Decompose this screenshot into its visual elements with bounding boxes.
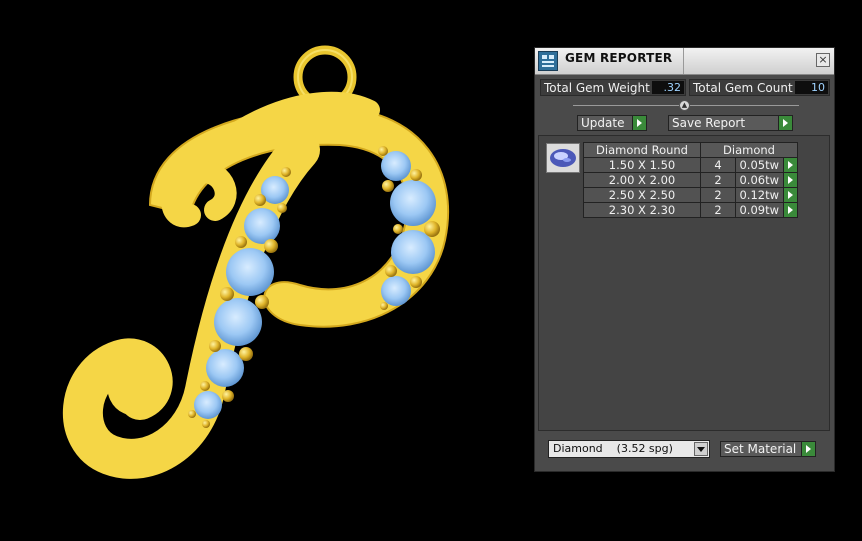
select-row-arrow-icon[interactable]: [783, 172, 798, 188]
table-row[interactable]: 2.30 X 2.30 2 0.09tw: [583, 202, 798, 218]
table-row[interactable]: 1.50 X 1.50 4 0.05tw: [583, 157, 798, 173]
gem-weight: 0.09tw: [735, 202, 784, 218]
gem-list-area[interactable]: Diamond Round Diamond 1.50 X 1.50 4 0.05…: [538, 135, 830, 431]
update-button-label: Update: [581, 116, 625, 130]
col-shape: Diamond Round: [583, 142, 701, 158]
gem-size: 1.50 X 1.50: [583, 157, 701, 173]
play-arrow-icon: [778, 116, 792, 130]
select-row-arrow-icon[interactable]: [783, 187, 798, 203]
select-row-arrow-icon[interactable]: [783, 157, 798, 173]
total-gem-count-label: Total Gem Count: [693, 81, 793, 95]
close-icon[interactable]: ×: [816, 53, 830, 67]
total-gem-count-value: 10: [795, 81, 828, 94]
gem-icon: [550, 149, 576, 167]
table-row[interactable]: 2.50 X 2.50 2 0.12tw: [583, 187, 798, 203]
total-gem-weight-field: Total Gem Weight .32: [540, 79, 686, 96]
set-material-button-label: Set Material: [724, 442, 797, 456]
save-report-button-label: Save Report: [672, 116, 746, 130]
gem-size: 2.00 X 2.00: [583, 172, 701, 188]
chevron-down-icon[interactable]: [694, 442, 708, 456]
gem-count: 2: [700, 202, 736, 218]
title-divider: [683, 48, 684, 74]
gem-size: 2.30 X 2.30: [583, 202, 701, 218]
gem-reporter-panel: GEM REPORTER × Total Gem Weight .32 Tota…: [534, 47, 835, 472]
total-gem-weight-label: Total Gem Weight: [544, 81, 650, 95]
play-arrow-icon: [801, 442, 815, 456]
total-gem-weight-value: .32: [652, 81, 684, 94]
gem-reporter-icon: [538, 51, 558, 71]
gem-table: Diamond Round Diamond 1.50 X 1.50 4 0.05…: [583, 142, 798, 218]
play-arrow-icon: [632, 116, 646, 130]
model-viewport[interactable]: [0, 0, 530, 537]
panel-title: GEM REPORTER: [565, 51, 673, 65]
total-gem-count-field: Total Gem Count 10: [689, 79, 830, 96]
diamond-round-thumbnail[interactable]: [546, 143, 580, 173]
save-report-button[interactable]: Save Report: [668, 115, 793, 131]
collapse-icon[interactable]: ▲: [679, 100, 690, 111]
letter-p-pendant: [62, 45, 450, 479]
gem-weight: 0.06tw: [735, 172, 784, 188]
col-material: Diamond: [700, 142, 798, 158]
gem-weight: 0.05tw: [735, 157, 784, 173]
set-material-button[interactable]: Set Material: [720, 441, 816, 457]
gem-count: 2: [700, 172, 736, 188]
gem-size: 2.50 X 2.50: [583, 187, 701, 203]
update-button[interactable]: Update: [577, 115, 647, 131]
gem-count: 4: [700, 157, 736, 173]
material-dropdown[interactable]: Diamond (3.52 spg): [548, 440, 710, 458]
material-dropdown-value: Diamond (3.52 spg): [553, 442, 673, 455]
gem-table-header: Diamond Round Diamond: [583, 142, 798, 158]
title-bar[interactable]: GEM REPORTER ×: [535, 48, 834, 75]
table-row[interactable]: 2.00 X 2.00 2 0.06tw: [583, 172, 798, 188]
gem-weight: 0.12tw: [735, 187, 784, 203]
gem-count: 2: [700, 187, 736, 203]
select-row-arrow-icon[interactable]: [783, 202, 798, 218]
